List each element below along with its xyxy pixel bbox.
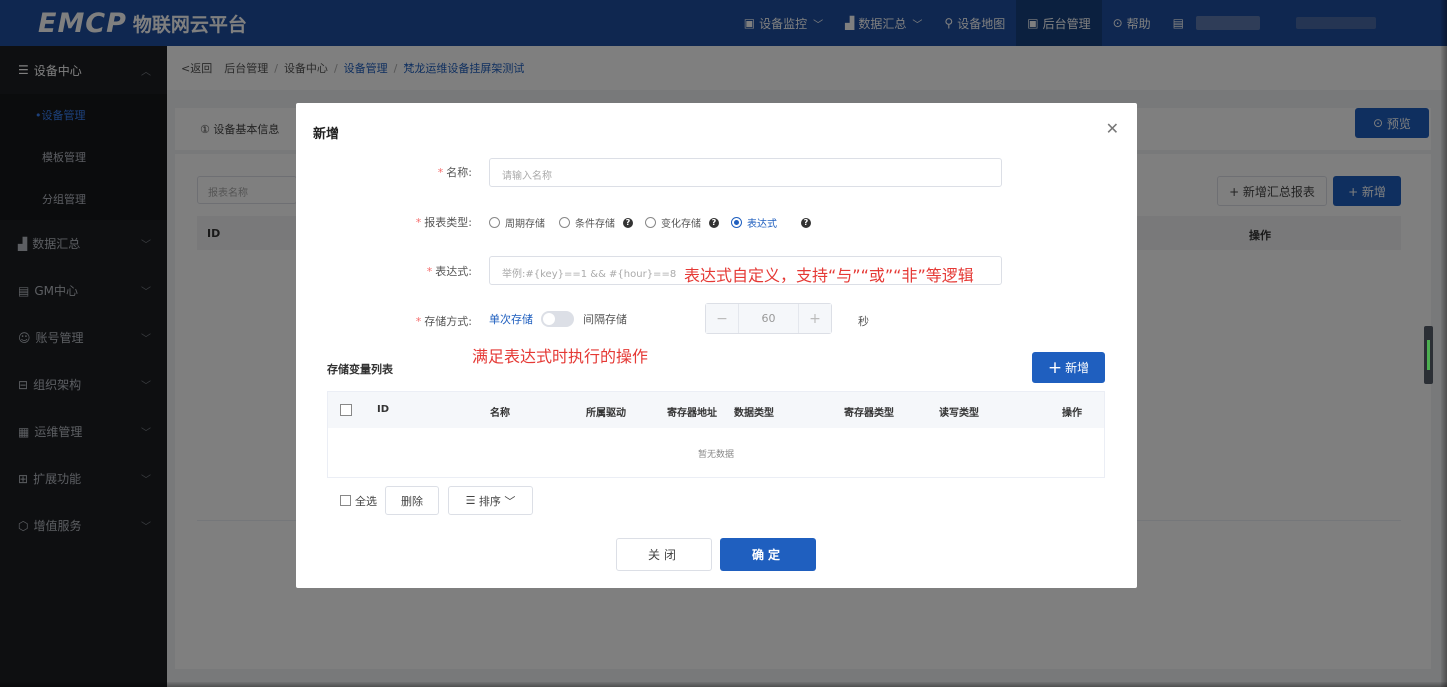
radio-circle [559, 217, 570, 228]
table-footer: 全选 删除 ☰ 排序 ﹀ [340, 486, 533, 515]
help-icon[interactable]: ? [623, 217, 633, 228]
interval-value[interactable]: 60 [738, 304, 799, 333]
variable-table: ID 名称 所属驱动 寄存器地址 数据类型 寄存器类型 读写类型 操作 暂无数据 [327, 391, 1105, 478]
radio-label: 条件存储 [575, 219, 615, 230]
confirm-button[interactable]: 确定 [720, 538, 816, 571]
type-label: * 报表类型: [415, 216, 472, 229]
col-rw-type: 读写类型 [939, 408, 979, 419]
expression-annotation: 表达式自定义，支持“与”“或”“非”等逻辑 [684, 266, 974, 285]
frame-shadow-right [1441, 0, 1447, 687]
sort-label: 排序 [478, 494, 501, 508]
help-icon[interactable]: ? [709, 217, 719, 228]
storage-variable-list-title: 存储变量列表 [327, 363, 393, 376]
select-all-label[interactable]: 全选 [355, 493, 377, 509]
col-register-type: 寄存器类型 [844, 408, 894, 419]
plus-icon: + [1047, 357, 1063, 378]
radio-circle [645, 217, 656, 228]
interval-unit: 秒 [858, 315, 869, 328]
interval-stepper: − 60 + [705, 303, 832, 334]
dialog-footer: 关闭 确定 [616, 538, 816, 571]
col-data-type: 数据类型 [734, 408, 774, 419]
delete-button[interactable]: 删除 [385, 486, 439, 515]
increment-button[interactable]: + [799, 304, 831, 333]
store-interval-label: 间隔存储 [583, 313, 627, 326]
chevron-down-icon: ﹀ [500, 494, 516, 508]
radio-label: 变化存储 [661, 219, 701, 230]
add-label: 新增 [1065, 361, 1090, 375]
name-label-text: 名称: [446, 166, 472, 179]
radio-label: 周期存储 [505, 219, 545, 230]
frame-shadow-bottom [0, 682, 1447, 687]
report-type-radio-group: 周期存储 条件存储 ? 变化存储 ? 表达式 ? [489, 215, 823, 230]
col-id: ID [377, 404, 390, 415]
col-driver: 所属驱动 [586, 408, 626, 419]
store-mode-switch[interactable] [541, 311, 574, 327]
radio-expression[interactable]: 表达式 [731, 215, 777, 230]
radio-circle [489, 217, 500, 228]
decrement-button[interactable]: − [706, 304, 738, 333]
store-label: * 存储方式: [415, 315, 472, 328]
col-register-address: 寄存器地址 [667, 408, 717, 419]
col-name: 名称 [490, 408, 510, 419]
empty-state: 暂无数据 [697, 449, 734, 460]
side-widget-handle[interactable] [1424, 326, 1433, 384]
help-icon[interactable]: ? [801, 217, 811, 228]
action-annotation: 满足表达式时执行的操作 [472, 347, 649, 366]
close-button[interactable]: 关闭 [616, 538, 712, 571]
select-all-checkbox[interactable] [340, 404, 352, 416]
radio-circle [731, 217, 742, 228]
add-report-dialog: 新增 ✕ * 名称: 请输入名称 * 报表类型: 周期存储 条件存储 ? 变化存储 … [296, 103, 1137, 588]
dialog-title: 新增 [313, 127, 340, 142]
type-label-text: 报表类型: [424, 216, 472, 229]
store-single-label: 单次存储 [489, 313, 533, 326]
sort-icon: ☰ [465, 494, 479, 507]
add-variable-button[interactable]: + 新增 [1032, 352, 1105, 383]
name-input[interactable]: 请输入名称 [489, 158, 1002, 187]
close-icon[interactable]: ✕ [1106, 119, 1119, 138]
radio-periodic[interactable]: 周期存储 [489, 215, 545, 230]
store-label-text: 存储方式: [424, 315, 472, 328]
sort-button[interactable]: ☰ 排序 ﹀ [448, 486, 533, 515]
name-label: * 名称: [437, 166, 472, 179]
expr-label-text: 表达式: [435, 265, 472, 278]
radio-conditional[interactable]: 条件存储 [559, 215, 615, 230]
expr-label: * 表达式: [426, 265, 472, 278]
table-header: ID 名称 所属驱动 寄存器地址 数据类型 寄存器类型 读写类型 操作 [328, 392, 1104, 428]
select-all-checkbox[interactable] [340, 495, 351, 506]
store-mode-toggle: 单次存储 间隔存储 [489, 311, 627, 327]
col-action: 操作 [1062, 408, 1082, 419]
radio-change[interactable]: 变化存储 [645, 215, 701, 230]
radio-label: 表达式 [747, 219, 777, 230]
